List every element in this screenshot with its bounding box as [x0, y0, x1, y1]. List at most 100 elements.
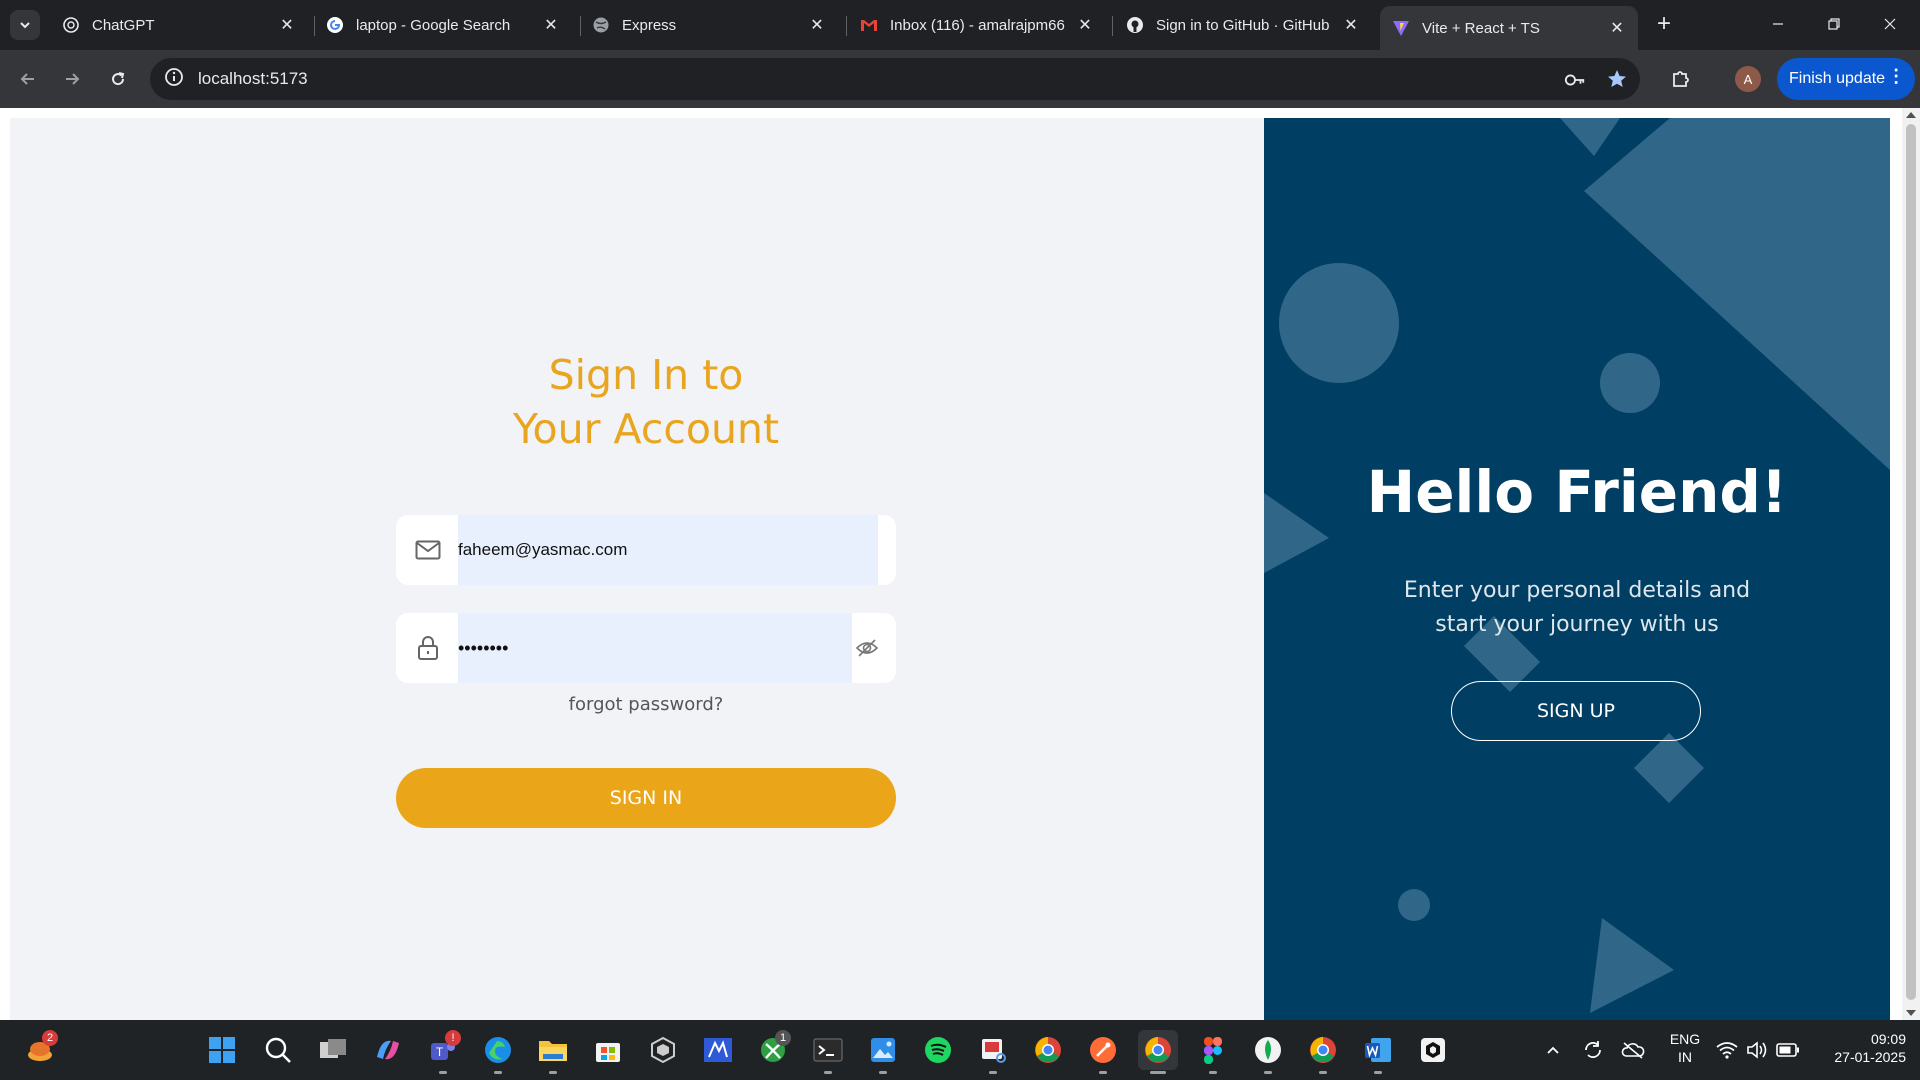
forgot-password-link[interactable]: forgot password? — [396, 694, 896, 715]
tab-search-button[interactable] — [10, 10, 40, 40]
tab-google-search[interactable]: laptop - Google Search ✕ — [314, 6, 572, 44]
taskbar-terminal[interactable] — [808, 1030, 848, 1074]
taskbar-visual-studio[interactable] — [698, 1030, 738, 1070]
taskbar-file-explorer[interactable] — [533, 1030, 573, 1074]
wifi-icon — [1716, 1042, 1738, 1059]
show-hidden-icons-button[interactable] — [1533, 1030, 1573, 1070]
tab-vite-react[interactable]: Vite + React + TS ✕ — [1380, 6, 1638, 50]
taskbar-xbox[interactable]: 1 — [753, 1030, 793, 1070]
restore-icon — [1828, 18, 1840, 30]
running-indicator — [494, 1071, 502, 1074]
system-clock[interactable]: 09:09 27-01-2025 — [1810, 1030, 1906, 1066]
widget-badge: 2 — [42, 1030, 58, 1046]
svg-text:T: T — [436, 1045, 444, 1059]
taskbar-mongodb-compass[interactable] — [1248, 1030, 1288, 1074]
site-info-icon[interactable] — [164, 67, 184, 92]
reload-icon — [112, 72, 125, 86]
close-window-button[interactable] — [1870, 8, 1910, 40]
sync-tray-button[interactable] — [1573, 1030, 1613, 1070]
word-icon — [1365, 1038, 1391, 1062]
back-button[interactable] — [12, 63, 44, 95]
forward-button[interactable] — [56, 63, 88, 95]
close-icon[interactable]: ✕ — [1076, 16, 1094, 34]
scroll-down-arrow-icon[interactable] — [1906, 1010, 1916, 1016]
tab-express[interactable]: Express ✕ — [580, 6, 838, 44]
widgets-button[interactable]: 2 — [20, 1030, 60, 1070]
finish-update-label: Finish update — [1789, 70, 1886, 87]
teams-badge: ! — [445, 1030, 461, 1046]
running-indicator — [1374, 1071, 1382, 1074]
store-icon — [596, 1043, 620, 1062]
tab-strip: ChatGPT ✕ laptop - Google Search ✕ Expre… — [0, 0, 1920, 50]
email-input[interactable] — [458, 515, 878, 585]
password-input[interactable] — [458, 613, 852, 683]
minimize-button[interactable] — [1758, 8, 1798, 40]
cloud-off-icon — [1621, 1042, 1645, 1059]
taskbar-store[interactable] — [588, 1030, 628, 1070]
onedrive-tray-button[interactable] — [1613, 1030, 1653, 1070]
taskbar-chrome-profile[interactable] — [1303, 1030, 1343, 1074]
language-indicator[interactable]: ENG IN — [1665, 1030, 1705, 1066]
google-icon — [326, 16, 344, 34]
close-icon[interactable]: ✕ — [1608, 19, 1626, 37]
close-icon[interactable]: ✕ — [808, 16, 826, 34]
taskbar-postman[interactable] — [1083, 1030, 1123, 1074]
taskbar-chrome-active[interactable] — [1138, 1030, 1178, 1074]
url-text[interactable]: localhost:5173 — [198, 69, 308, 89]
restore-button[interactable] — [1814, 8, 1854, 40]
taskbar-photos[interactable] — [863, 1030, 903, 1074]
page-scrollbar[interactable] — [1902, 108, 1920, 1020]
decorative-shapes — [1264, 118, 1890, 1013]
address-bar[interactable]: localhost:5173 — [150, 58, 1640, 100]
signin-heading: Sign In to Your Account — [396, 348, 896, 456]
taskbar-figma[interactable] — [1193, 1030, 1233, 1074]
signin-button[interactable]: SIGN IN — [396, 768, 896, 828]
search-button[interactable] — [258, 1030, 298, 1070]
lang-line-1: ENG — [1669, 1031, 1701, 1047]
bookmark-star-icon[interactable] — [1606, 68, 1628, 90]
tab-github[interactable]: Sign in to GitHub · GitHub ✕ — [1114, 6, 1372, 44]
panel-title: Hello Friend! — [1366, 458, 1788, 526]
gmail-icon — [860, 16, 878, 34]
figma-icon — [1204, 1037, 1222, 1064]
plus-icon: + — [1656, 10, 1671, 37]
scroll-up-arrow-icon[interactable] — [1906, 112, 1916, 118]
taskbar-edge[interactable] — [478, 1030, 518, 1074]
taskbar-cube-app[interactable] — [1413, 1030, 1453, 1070]
taskbar-teams[interactable]: T ! — [423, 1030, 463, 1074]
tab-separator — [1112, 16, 1113, 36]
start-button[interactable] — [202, 1030, 242, 1070]
taskbar-word[interactable] — [1358, 1030, 1398, 1074]
puzzle-icon — [1673, 71, 1689, 87]
clock-date: 27-01-2025 — [1834, 1049, 1906, 1065]
close-icon[interactable]: ✕ — [278, 16, 296, 34]
finish-update-button[interactable]: Finish update ⋮ — [1777, 58, 1916, 100]
password-key-icon[interactable] — [1564, 69, 1586, 91]
taskbar-copilot[interactable] — [368, 1030, 408, 1070]
taskbar-chrome[interactable] — [1028, 1030, 1068, 1070]
new-tab-button[interactable]: + — [1650, 10, 1678, 38]
heading-line-1: Sign In to — [548, 351, 744, 399]
heading-line-2: Your Account — [512, 405, 780, 453]
extensions-button[interactable] — [1666, 64, 1696, 94]
search-icon — [265, 1037, 291, 1063]
taskbar-snipping-tool[interactable] — [973, 1030, 1013, 1074]
eye-slash-icon[interactable] — [854, 635, 880, 661]
profile-avatar[interactable]: A — [1735, 66, 1761, 92]
tab-chatgpt[interactable]: ChatGPT ✕ — [50, 6, 308, 44]
taskbar-spotify[interactable] — [918, 1030, 958, 1070]
quick-settings-button[interactable] — [1716, 1020, 1800, 1080]
task-view-button[interactable] — [313, 1030, 353, 1070]
windows-taskbar: 2 T ! 1 — [0, 1020, 1920, 1080]
running-indicator — [989, 1071, 997, 1074]
reload-button[interactable] — [102, 63, 134, 95]
menu-dots-icon[interactable]: ⋮ — [1887, 67, 1905, 85]
signup-button[interactable]: SIGN UP — [1451, 681, 1701, 741]
vite-icon — [1392, 19, 1410, 37]
mongodb-leaf-icon — [1255, 1037, 1281, 1063]
close-icon[interactable]: ✕ — [542, 16, 560, 34]
scrollbar-thumb[interactable] — [1906, 124, 1916, 1000]
taskbar-unity[interactable] — [643, 1030, 683, 1070]
tab-gmail-inbox[interactable]: Inbox (116) - amalrajpm66 ✕ — [848, 6, 1106, 44]
close-icon[interactable]: ✕ — [1342, 16, 1360, 34]
